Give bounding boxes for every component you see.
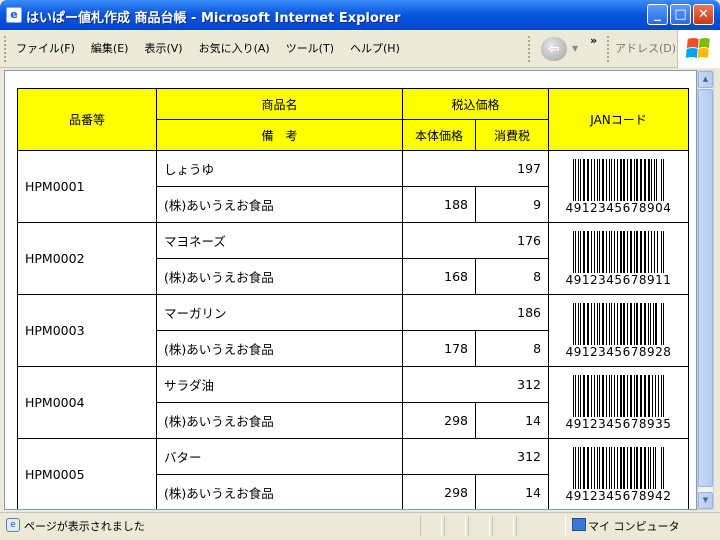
product-name: マーガリン	[156, 294, 403, 331]
header-base-price: 本体価格	[402, 119, 476, 151]
menu-items: ファイル(F) 編集(E) 表示(V) お気に入り(A) ツール(T) ヘルプ(…	[8, 40, 408, 58]
base-price: 168	[402, 258, 476, 295]
price-incl-tax: 197	[401, 150, 550, 187]
price-incl-tax: 312	[401, 438, 550, 475]
header-jan: JANコード	[548, 88, 690, 151]
product-name: しょうゆ	[156, 150, 403, 187]
price-incl-tax: 186	[401, 294, 550, 331]
header-tax: 消費税	[474, 119, 550, 151]
jan-number: 4912345678942	[565, 489, 672, 503]
scroll-up-button[interactable]: ▲	[698, 71, 713, 88]
table-row: HPM0002 マヨネーズ 176 4912345678911	[17, 222, 690, 295]
header-remarks: 備 考	[156, 119, 403, 151]
close-button[interactable]: ✕	[693, 4, 714, 25]
base-price: 188	[402, 186, 476, 223]
base-price: 298	[402, 474, 476, 509]
zone-text: マイ コンピュータ	[588, 520, 680, 533]
product-code: HPM0005	[17, 438, 157, 509]
toolbar-grip[interactable]	[528, 36, 531, 62]
menu-edit[interactable]: 編集(E)	[83, 40, 137, 58]
barcode-image	[572, 375, 664, 417]
status-panel	[492, 516, 514, 536]
table-row: HPM0001 しょうゆ 197 4912345678904	[17, 150, 690, 223]
jan-number: 4912345678904	[565, 201, 672, 215]
menu-favorites[interactable]: お気に入り(A)	[191, 40, 278, 58]
jan-cell: 4912345678928	[548, 294, 690, 367]
status-panel	[420, 516, 442, 536]
product-name: サラダ油	[156, 366, 403, 403]
tax-amount: 14	[474, 402, 550, 439]
address-label[interactable]: アドレス(D)	[615, 40, 676, 56]
back-arrow-icon: ⇦	[548, 41, 560, 57]
window-title: はいぱー値札作成 商品台帳 - Microsoft Internet Explo…	[26, 11, 401, 26]
status-panel	[516, 516, 566, 536]
jan-cell: 4912345678911	[548, 222, 690, 295]
jan-cell: 4912345678904	[548, 150, 690, 223]
jan-cell: 4912345678935	[548, 366, 690, 439]
jan-number: 4912345678935	[565, 417, 672, 431]
back-dropdown-icon[interactable]: ▼	[572, 44, 578, 53]
menu-bar: ファイル(F) 編集(E) 表示(V) お気に入り(A) ツール(T) ヘルプ(…	[0, 30, 720, 68]
windows-logo	[677, 30, 720, 68]
toolbar-grip[interactable]	[607, 36, 610, 62]
table-row: HPM0005 バター 312 4912345678942	[17, 438, 690, 509]
status-panel	[468, 516, 490, 536]
menu-help[interactable]: ヘルプ(H)	[342, 40, 408, 58]
page-icon: e	[6, 518, 20, 532]
tax-amount: 9	[474, 186, 550, 223]
barcode-image	[572, 303, 664, 345]
toolbar-grip[interactable]	[4, 36, 7, 62]
status-panel	[444, 516, 466, 536]
product-name: マヨネーズ	[156, 222, 403, 259]
scroll-down-button[interactable]: ▼	[698, 492, 713, 509]
jan-number: 4912345678928	[565, 345, 672, 359]
product-code: HPM0001	[17, 150, 157, 223]
product-remark: (株)あいうえお食品	[156, 474, 403, 509]
product-code: HPM0002	[17, 222, 157, 295]
table-row: HPM0003 マーガリン 186 4912345678928	[17, 294, 690, 367]
status-bar: e ページが表示されました マイ コンピュータ	[0, 512, 720, 540]
barcode-image	[572, 447, 664, 489]
my-computer-icon	[572, 518, 586, 531]
product-remark: (株)あいうえお食品	[156, 330, 403, 367]
page-content[interactable]: 品番等 商品名 税込価格 JANコード 備 考 本体価格 消費税 HPM0001…	[4, 70, 697, 510]
minimize-button[interactable]: _	[647, 4, 668, 25]
product-remark: (株)あいうえお食品	[156, 186, 403, 223]
toolbar-chevron[interactable]: »	[590, 34, 597, 47]
ie-page-icon: e	[6, 7, 22, 23]
product-remark: (株)あいうえお食品	[156, 258, 403, 295]
vertical-scrollbar[interactable]: ▲ ▼	[697, 70, 714, 510]
barcode-image	[572, 231, 664, 273]
menu-tools[interactable]: ツール(T)	[278, 40, 342, 58]
tax-amount: 8	[474, 258, 550, 295]
product-table: 品番等 商品名 税込価格 JANコード 備 考 本体価格 消費税 HPM0001…	[17, 88, 690, 509]
product-remark: (株)あいうえお食品	[156, 402, 403, 439]
product-rows: HPM0001 しょうゆ 197 4912345678904 (株)あいうえお食品 188…	[17, 150, 690, 509]
jan-cell: 4912345678942	[548, 438, 690, 509]
header-name: 商品名	[156, 88, 403, 120]
menu-file[interactable]: ファイル(F)	[8, 40, 83, 58]
status-text: ページが表示されました	[24, 520, 145, 533]
base-price: 178	[402, 330, 476, 367]
header-code: 品番等	[17, 88, 157, 151]
barcode-image	[572, 159, 664, 201]
maximize-button[interactable]: □	[670, 4, 691, 25]
tax-amount: 14	[474, 474, 550, 509]
back-button[interactable]: ⇦	[541, 37, 567, 61]
header-price-incl: 税込価格	[401, 88, 550, 120]
product-name: バター	[156, 438, 403, 475]
price-incl-tax: 312	[401, 366, 550, 403]
base-price: 298	[402, 402, 476, 439]
title-bar[interactable]: e はいぱー値札作成 商品台帳 - Microsoft Internet Exp…	[0, 0, 720, 30]
price-incl-tax: 176	[401, 222, 550, 259]
scroll-thumb[interactable]	[698, 89, 713, 487]
product-code: HPM0003	[17, 294, 157, 367]
menu-view[interactable]: 表示(V)	[136, 40, 190, 58]
product-code: HPM0004	[17, 366, 157, 439]
table-row: HPM0004 サラダ油 312 4912345678935	[17, 366, 690, 439]
browser-window: e はいぱー値札作成 商品台帳 - Microsoft Internet Exp…	[0, 0, 720, 540]
tax-amount: 8	[474, 330, 550, 367]
jan-number: 4912345678911	[565, 273, 672, 287]
